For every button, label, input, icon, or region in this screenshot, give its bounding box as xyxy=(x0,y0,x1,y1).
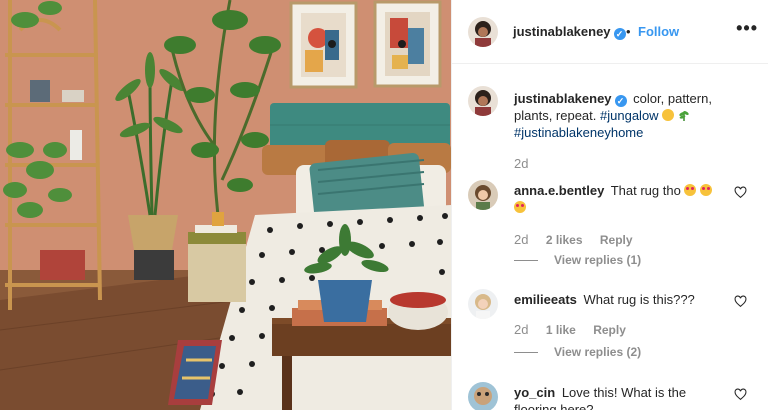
view-replies-button[interactable]: View replies (2) xyxy=(514,345,641,359)
comment-text: That rug tho xyxy=(610,183,681,198)
caption-text-block: justinablakeney ✓ color, pattern, plants,… xyxy=(514,90,726,141)
caption-time[interactable]: 2d xyxy=(514,156,528,171)
comment-text-block: emilieeats What rug is this??? xyxy=(514,291,726,308)
heart-eyes-emoji-icon xyxy=(700,184,713,196)
view-replies-label[interactable]: View replies (2) xyxy=(554,345,641,359)
follow-button[interactable]: Follow xyxy=(638,24,679,39)
author-username[interactable]: justinablakeney ✓ xyxy=(513,24,626,40)
verified-badge-icon: ✓ xyxy=(614,95,627,107)
comment-text-block: yo_cin Love this! What is the flooring h… xyxy=(514,384,726,410)
caption-avatar-image xyxy=(468,86,498,116)
view-replies-button[interactable]: View replies (1) xyxy=(514,253,641,267)
post-photo[interactable] xyxy=(0,0,451,410)
comment-text: What rug is this??? xyxy=(583,292,695,307)
heart-eyes-emoji-icon xyxy=(684,184,697,196)
comment-meta: 2d 2 likes Reply xyxy=(514,232,647,247)
like-heart-icon[interactable] xyxy=(734,295,747,308)
hashtag-jungalow[interactable]: #jungalow xyxy=(600,108,659,123)
heart-eyes-emoji-icon xyxy=(514,201,526,213)
replies-divider-line xyxy=(514,352,538,354)
commenter-avatar-image xyxy=(468,382,498,410)
comment-time[interactable]: 2d xyxy=(514,322,528,337)
reply-button[interactable]: Reply xyxy=(593,323,626,337)
commenter-avatar[interactable] xyxy=(468,289,498,319)
commenter-avatar-image xyxy=(468,180,498,210)
comment-username[interactable]: emilieeats xyxy=(514,292,577,307)
header-separator: • xyxy=(626,24,631,39)
smiling-face-emoji-icon xyxy=(662,109,675,121)
comments-panel: justinablakeney ✓ • Follow ••• justinabla… xyxy=(451,0,768,410)
comment-likes[interactable]: 1 like xyxy=(546,323,576,337)
comment-text-block: anna.e.bentley That rug tho xyxy=(514,182,726,216)
hashtag-justinablakeneyhome[interactable]: #justinablakeneyhome xyxy=(514,125,643,140)
view-replies-label[interactable]: View replies (1) xyxy=(554,253,641,267)
like-heart-icon[interactable] xyxy=(734,388,747,401)
like-heart-icon[interactable] xyxy=(734,186,747,199)
reply-button[interactable]: Reply xyxy=(600,233,633,247)
verified-badge-icon: ✓ xyxy=(613,28,626,40)
replies-divider-line xyxy=(514,260,538,262)
author-avatar[interactable] xyxy=(468,17,498,47)
herb-emoji-svg xyxy=(679,111,689,121)
comment-username[interactable]: yo_cin xyxy=(514,385,555,400)
herb-emoji-icon xyxy=(678,108,690,121)
bedroom-photo-illustration xyxy=(0,0,451,410)
commenter-avatar[interactable] xyxy=(468,382,498,410)
more-options-icon[interactable]: ••• xyxy=(736,18,758,39)
caption-username-text[interactable]: justinablakeney xyxy=(514,91,612,106)
comment-likes[interactable]: 2 likes xyxy=(546,233,583,247)
author-avatar-image xyxy=(468,17,498,47)
caption-avatar[interactable] xyxy=(468,86,498,116)
post-header: justinablakeney ✓ • Follow ••• xyxy=(452,0,768,64)
commenter-avatar[interactable] xyxy=(468,180,498,210)
author-username-text[interactable]: justinablakeney xyxy=(513,24,611,39)
caption-username[interactable]: justinablakeney ✓ xyxy=(514,91,627,107)
comment-meta: 2d 1 like Reply xyxy=(514,322,640,337)
comment-username[interactable]: anna.e.bentley xyxy=(514,183,604,198)
comment-time[interactable]: 2d xyxy=(514,232,528,247)
commenter-avatar-image xyxy=(468,289,498,319)
caption-meta: 2d xyxy=(514,156,542,171)
